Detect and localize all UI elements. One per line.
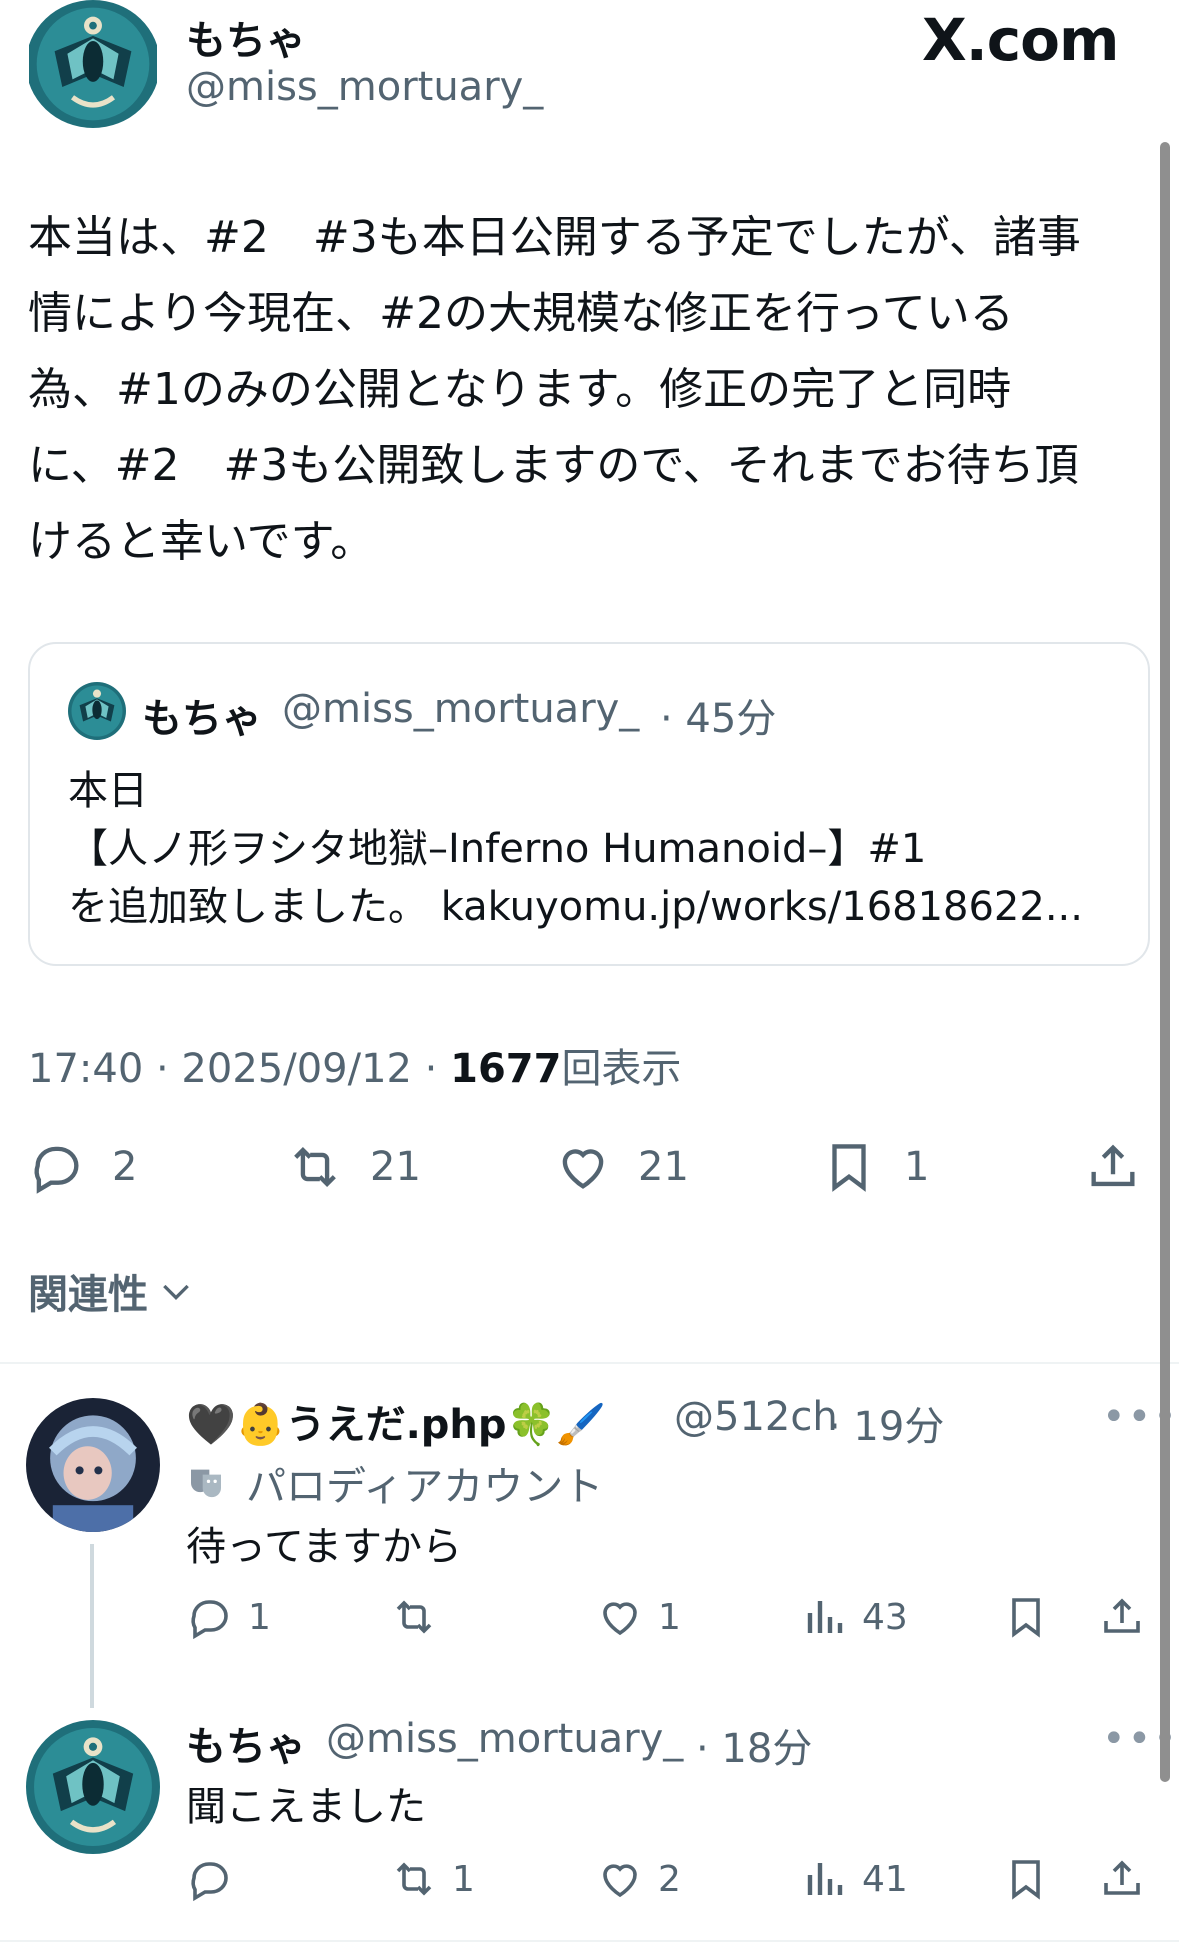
share-icon bbox=[1104, 1598, 1140, 1633]
bookmark-icon bbox=[1012, 1860, 1040, 1900]
heart-icon bbox=[562, 1149, 604, 1189]
like-button[interactable]: 21 bbox=[554, 1140, 689, 1194]
quoted-author-avatar bbox=[68, 682, 126, 740]
reply-icon bbox=[191, 1600, 228, 1640]
divider bbox=[0, 1940, 1179, 1942]
reply-author-handle[interactable]: @512ch bbox=[674, 1394, 838, 1440]
reply-button[interactable]: 2 bbox=[28, 1140, 137, 1194]
reply-bookmark-button[interactable] bbox=[1002, 1854, 1050, 1904]
repost-count: 21 bbox=[370, 1144, 421, 1190]
share-icon bbox=[1104, 1860, 1140, 1895]
repost-icon bbox=[294, 1147, 336, 1187]
bookmark-icon bbox=[1012, 1598, 1040, 1638]
repost-icon bbox=[396, 1862, 432, 1896]
thread-line bbox=[90, 1544, 94, 1708]
reply-icon bbox=[191, 1862, 228, 1902]
reply-avatar[interactable] bbox=[26, 1398, 160, 1532]
heart-icon bbox=[603, 1602, 637, 1636]
reply-repost-button[interactable]: 1 bbox=[390, 1854, 475, 1904]
view-count: 1677 bbox=[450, 1046, 562, 1092]
reply-share-button[interactable] bbox=[1098, 1592, 1146, 1642]
quoted-author-handle: @miss_mortuary_ bbox=[282, 686, 640, 732]
reply-author-name[interactable]: 🖤👶うえだ.php🍀🖌️ bbox=[186, 1392, 606, 1450]
bookmark-button[interactable]: 1 bbox=[820, 1140, 929, 1194]
view-label: 回表示 bbox=[561, 1046, 682, 1092]
reply-like-button[interactable]: 2 bbox=[596, 1854, 681, 1904]
views-count: 41 bbox=[862, 1858, 908, 1900]
heart-icon bbox=[603, 1864, 637, 1898]
author-handle[interactable]: @miss_mortuary_ bbox=[186, 64, 543, 110]
bookmark-count: 1 bbox=[904, 1144, 930, 1190]
share-button[interactable] bbox=[1084, 1140, 1142, 1194]
bookmark-icon bbox=[832, 1144, 866, 1192]
share-icon bbox=[1091, 1144, 1135, 1187]
like-count: 2 bbox=[658, 1858, 681, 1900]
scrollbar[interactable] bbox=[1160, 142, 1170, 1782]
like-count: 1 bbox=[658, 1596, 681, 1638]
reply-text: 待ってますから bbox=[186, 1524, 462, 1570]
parody-label: パロディアカウント bbox=[246, 1464, 604, 1510]
reply-views-button[interactable]: 43 bbox=[800, 1592, 908, 1642]
post-text: 本当は、#2 #3も本日公開する予定でしたが、諸事 情により今現在、#2の大規模… bbox=[28, 212, 1081, 567]
divider bbox=[0, 1362, 1179, 1364]
x-logo: X.com bbox=[922, 6, 1119, 74]
reply-views-button[interactable]: 41 bbox=[800, 1854, 908, 1904]
repost-button[interactable]: 21 bbox=[286, 1140, 421, 1194]
reply-repost-button[interactable] bbox=[390, 1592, 452, 1642]
reply-like-button[interactable]: 1 bbox=[596, 1592, 681, 1642]
parody-mask-icon bbox=[191, 1469, 221, 1498]
views-icon bbox=[807, 1601, 843, 1633]
reply-author-handle[interactable]: @miss_mortuary_ bbox=[326, 1716, 683, 1762]
views-count: 43 bbox=[862, 1596, 908, 1638]
reply-count: 1 bbox=[248, 1596, 271, 1638]
like-count: 21 bbox=[638, 1144, 689, 1190]
reply-author-name[interactable]: もちゃ bbox=[186, 1714, 306, 1772]
chevron-down-icon bbox=[163, 1284, 189, 1301]
reply-time: · 19分 bbox=[828, 1404, 945, 1450]
reply-reply-button[interactable]: 1 bbox=[186, 1592, 271, 1642]
sort-dropdown[interactable]: 関連性 bbox=[28, 1262, 196, 1320]
reply-text: 聞こえました bbox=[186, 1784, 426, 1830]
reply-avatar[interactable] bbox=[26, 1720, 160, 1854]
sort-label: 関連性 bbox=[28, 1272, 148, 1318]
post-meta: 17:40 · 2025/09/12 · 1677回表示 bbox=[28, 1036, 681, 1094]
reply-reply-button[interactable] bbox=[186, 1854, 248, 1904]
views-icon bbox=[807, 1863, 843, 1895]
reply-count: 2 bbox=[112, 1144, 138, 1190]
reply-bookmark-button[interactable] bbox=[1002, 1592, 1050, 1642]
repost-count: 1 bbox=[452, 1858, 475, 1900]
reply-icon bbox=[34, 1146, 79, 1194]
author-avatar[interactable] bbox=[26, 0, 160, 128]
quoted-post-time: · 45分 bbox=[660, 696, 777, 742]
reply-share-button[interactable] bbox=[1098, 1854, 1146, 1904]
quoted-post-body: 本日 【人ノ形ヲシタ地獄–Inferno Humanoid–】#1 を追加致しま… bbox=[68, 768, 1083, 930]
quoted-post[interactable]: もちゃ @miss_mortuary_ · 45分 本日 【人ノ形ヲシタ地獄–I… bbox=[28, 642, 1150, 966]
post-timestamp: 17:40 · 2025/09/12 · bbox=[28, 1046, 451, 1092]
author-name[interactable]: もちゃ bbox=[186, 8, 306, 66]
parody-badge: パロディアカウント bbox=[186, 1454, 603, 1512]
repost-icon bbox=[396, 1600, 432, 1634]
quoted-author-name: もちゃ bbox=[142, 696, 262, 742]
reply-time: · 18分 bbox=[696, 1726, 813, 1772]
